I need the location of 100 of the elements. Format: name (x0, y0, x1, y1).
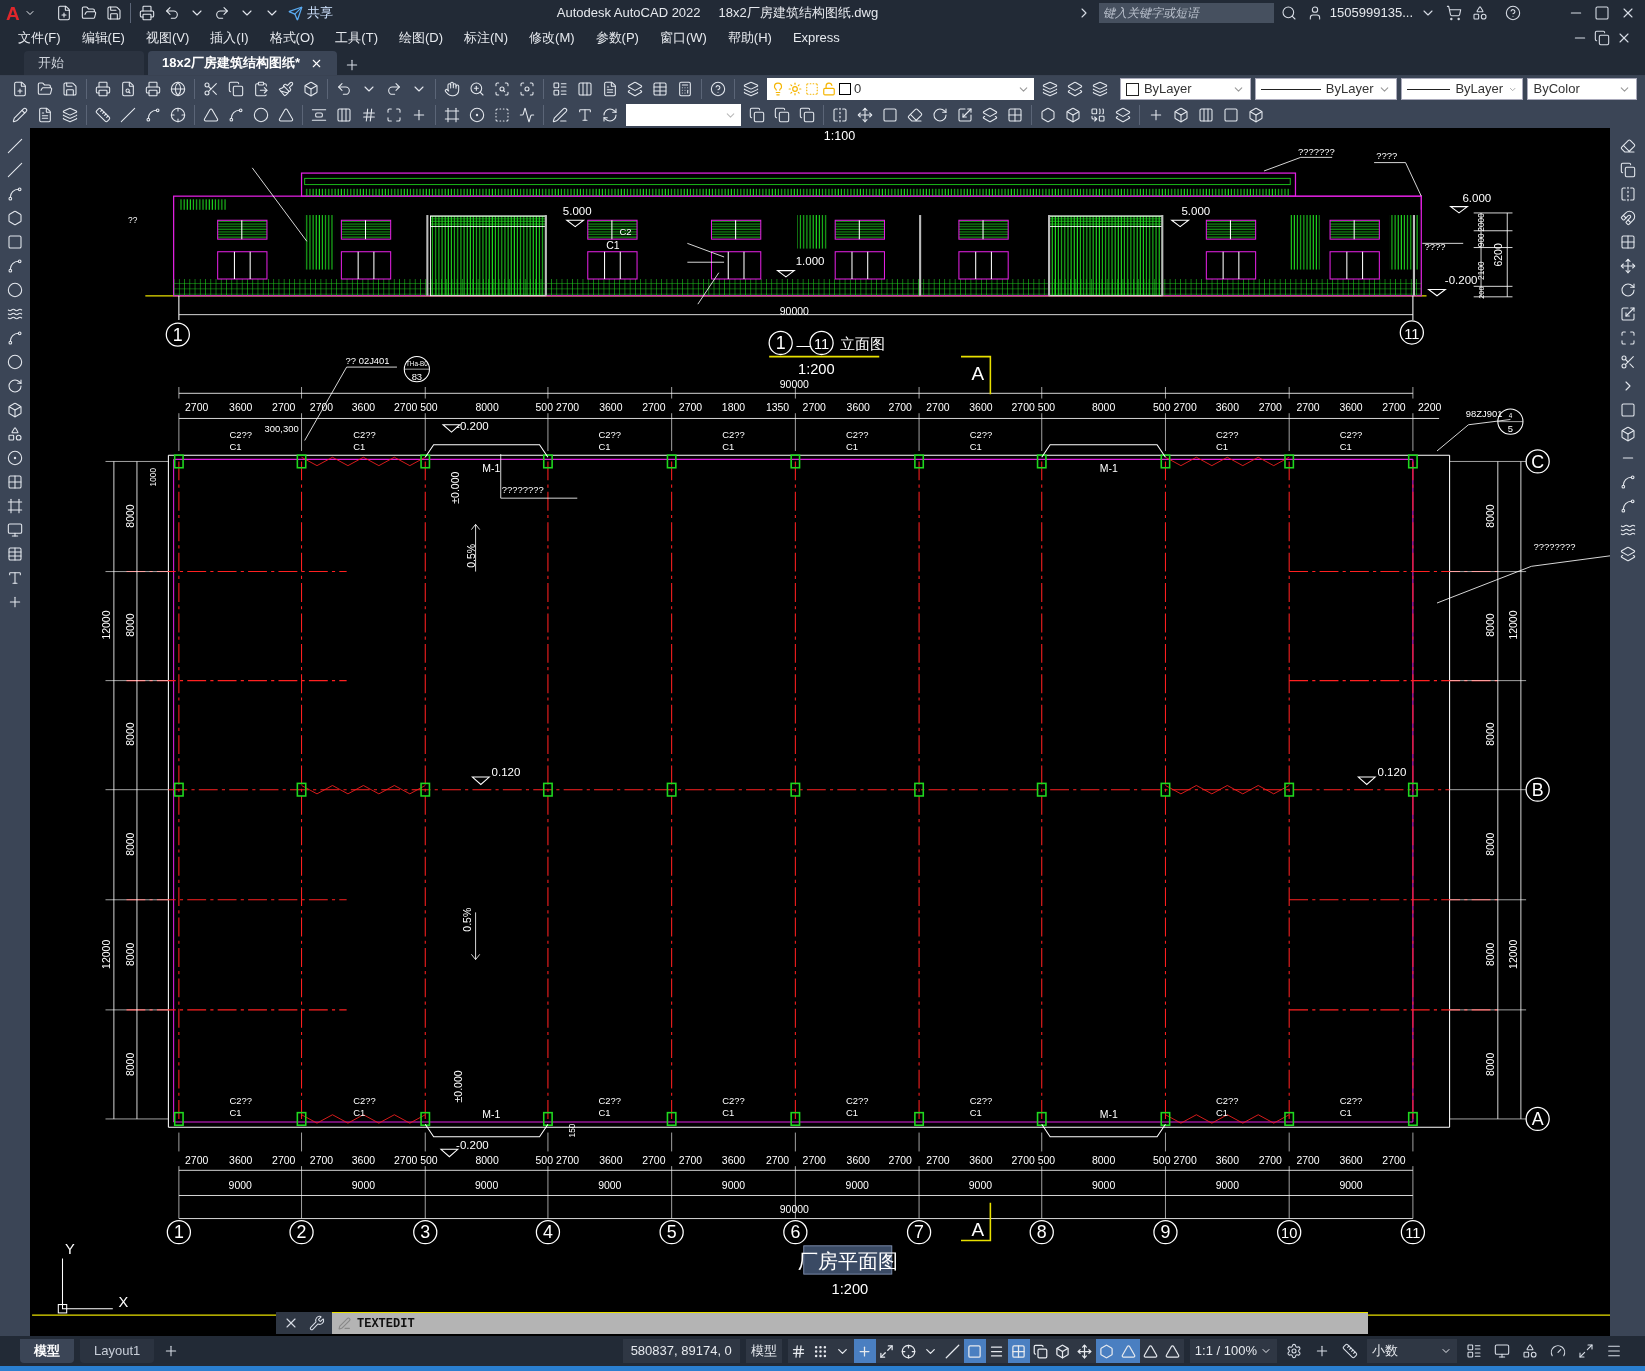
window-tag-text: C2?? (1216, 429, 1239, 441)
axis-label: Y (64, 1241, 75, 1258)
dimension-text: 2700 (309, 1155, 334, 1167)
dimension-text: 2200 (1418, 402, 1442, 414)
dimension-text: 8000 (475, 402, 499, 414)
dimension-text: 2700 (678, 402, 703, 414)
window-tag-text: C2?? (722, 1095, 745, 1107)
dimension-text: 2700 (185, 402, 209, 414)
dimension-text: 2700 (1258, 1155, 1282, 1167)
menu-item[interactable]: 视图(V) (137, 28, 198, 48)
grid-bubble: C (1525, 449, 1550, 474)
linetype-dropdown[interactable]: ByLayer (1254, 78, 1398, 100)
dimension-text: 9000 (968, 1180, 993, 1192)
lineweight-dropdown[interactable]: ByLayer (1401, 78, 1524, 100)
dimension-text: 9000 (1091, 1180, 1116, 1192)
grid-bubble: 7 (906, 1220, 932, 1245)
dimension-text: 2700 (309, 402, 334, 414)
document-tab[interactable]: 开始 (24, 51, 144, 75)
level-mark-text: -0.200 (456, 420, 489, 432)
level-mark-text: 0.120 (1377, 766, 1407, 779)
model-space-button[interactable]: 模型 (745, 1339, 782, 1363)
grid-bubble: A (1525, 1106, 1550, 1132)
scale-text: 1:100 (823, 128, 856, 143)
menu-item[interactable]: 格式(O) (261, 28, 323, 48)
level-mark-text: 1.000 (795, 255, 825, 268)
dimension-text: 8000 (1484, 504, 1496, 528)
level-mark-text: 5.000 (562, 205, 592, 218)
dimension-text: 2000 (1476, 213, 1487, 232)
dimension-text: 8000 (475, 1155, 499, 1167)
menu-item[interactable]: Express (784, 28, 848, 48)
dimension-text: 8000 (124, 504, 136, 528)
scale-text: 1:200 (798, 361, 835, 378)
user-name[interactable]: 1505999135... (1329, 3, 1413, 23)
document-tab[interactable]: 18x2厂房建筑结构图纸* (148, 51, 337, 75)
dimension-text: 9000 (228, 1180, 252, 1192)
window-label-text: C1 (598, 440, 611, 452)
dimension-text: 3600 (351, 1155, 376, 1167)
dimension-text: 2700 (272, 402, 296, 414)
menu-item[interactable]: 窗口(W) (651, 28, 715, 48)
dimension-text: 3600 (721, 1155, 746, 1167)
dimension-text: 3600 (229, 1155, 253, 1167)
layer-dropdown[interactable]: 0 (767, 78, 1034, 100)
grid-bubble: 8 (1029, 1220, 1054, 1245)
layout-tab[interactable]: Layout1 (80, 1339, 155, 1363)
dimension-text: 900 (1476, 233, 1487, 248)
window-tag-text: C2?? (598, 429, 622, 441)
dimension-text: 8000 (1091, 1155, 1116, 1167)
units-dropdown[interactable]: 小数 (1367, 1339, 1457, 1363)
plotstyle-dropdown[interactable]: ByColor (1527, 78, 1637, 100)
door-label-text: M-1 (482, 462, 501, 474)
menu-item[interactable]: 参数(P) (587, 28, 647, 48)
dimension-text: 3600 (1339, 402, 1363, 414)
document-title: 18x2厂房建筑结构图纸.dwg (718, 4, 879, 23)
annotation-scale-dropdown[interactable]: 1:1 / 100% (1189, 1339, 1277, 1363)
note-text: ???? (1424, 240, 1446, 252)
level-mark-text: ±0.000 (449, 471, 461, 504)
dimension-text: 9000 (351, 1180, 376, 1192)
note-text: 98ZJ901 (1465, 408, 1503, 420)
scale-text: 1:200 (831, 1281, 869, 1298)
drawing-title: 立面图 (839, 336, 885, 353)
menu-item[interactable]: 绘图(D) (390, 28, 451, 48)
dimension-text: 500 2700 (1153, 1155, 1197, 1167)
window-label-text: C1 (969, 1106, 982, 1118)
dimension-text: 90000 (779, 1204, 809, 1216)
menu-item[interactable]: 帮助(H) (719, 28, 780, 48)
coordinates-readout[interactable]: 580837, 89174, 0 (622, 1339, 740, 1363)
menu-item[interactable]: 标注(N) (456, 28, 517, 48)
window-label-text: C1 (722, 440, 735, 452)
grid-bubble: 1 (166, 1220, 192, 1245)
menu-item[interactable]: 插入(I) (202, 28, 257, 48)
window-label-text: C1 (353, 440, 366, 452)
dimension-text: 9000 (1215, 1180, 1239, 1192)
grid-bubble: 4 (535, 1220, 561, 1245)
dimension-text: 3600 (599, 402, 623, 414)
layout-tab[interactable]: 模型 (20, 1339, 74, 1363)
share-button[interactable]: 共享 (306, 3, 333, 23)
dimension-text: 6200 (1493, 243, 1504, 267)
dimension-text: 2700 500 (1011, 1155, 1056, 1167)
grid-bubble: 11 (809, 330, 834, 356)
menu-item[interactable]: 编辑(E) (73, 28, 133, 48)
dimension-text: 9000 (845, 1180, 869, 1192)
dimension-text: 90000 (779, 305, 809, 317)
menu-item[interactable]: 工具(T) (327, 28, 386, 48)
drawing-title-selection: 厂房平面图 (797, 1245, 898, 1275)
dimension-text: 8000 (124, 832, 136, 856)
search-field[interactable]: 键入关键字或短语 (1098, 3, 1274, 23)
dimension-text: 1350 (765, 402, 790, 414)
door-label-text: M-1 (1099, 1108, 1118, 1120)
window-tag-text: C2?? (845, 429, 869, 441)
dimension-text: 8000 (1484, 832, 1496, 856)
dimension-text: 8000 (1484, 613, 1496, 637)
note-text: ???????? (501, 483, 544, 495)
note-text: ??????? (1298, 146, 1335, 158)
dimension-text: 1000 (147, 467, 158, 487)
dimension-text: 2700 (1382, 402, 1406, 414)
menu-item[interactable]: 文件(F) (10, 28, 69, 48)
menu-item[interactable]: 修改(M) (521, 28, 583, 48)
color-dropdown[interactable]: ByLayer (1119, 78, 1251, 100)
window-title: Autodesk AutoCAD 2022 (556, 4, 701, 23)
dimension-text: 3600 (969, 1155, 993, 1167)
